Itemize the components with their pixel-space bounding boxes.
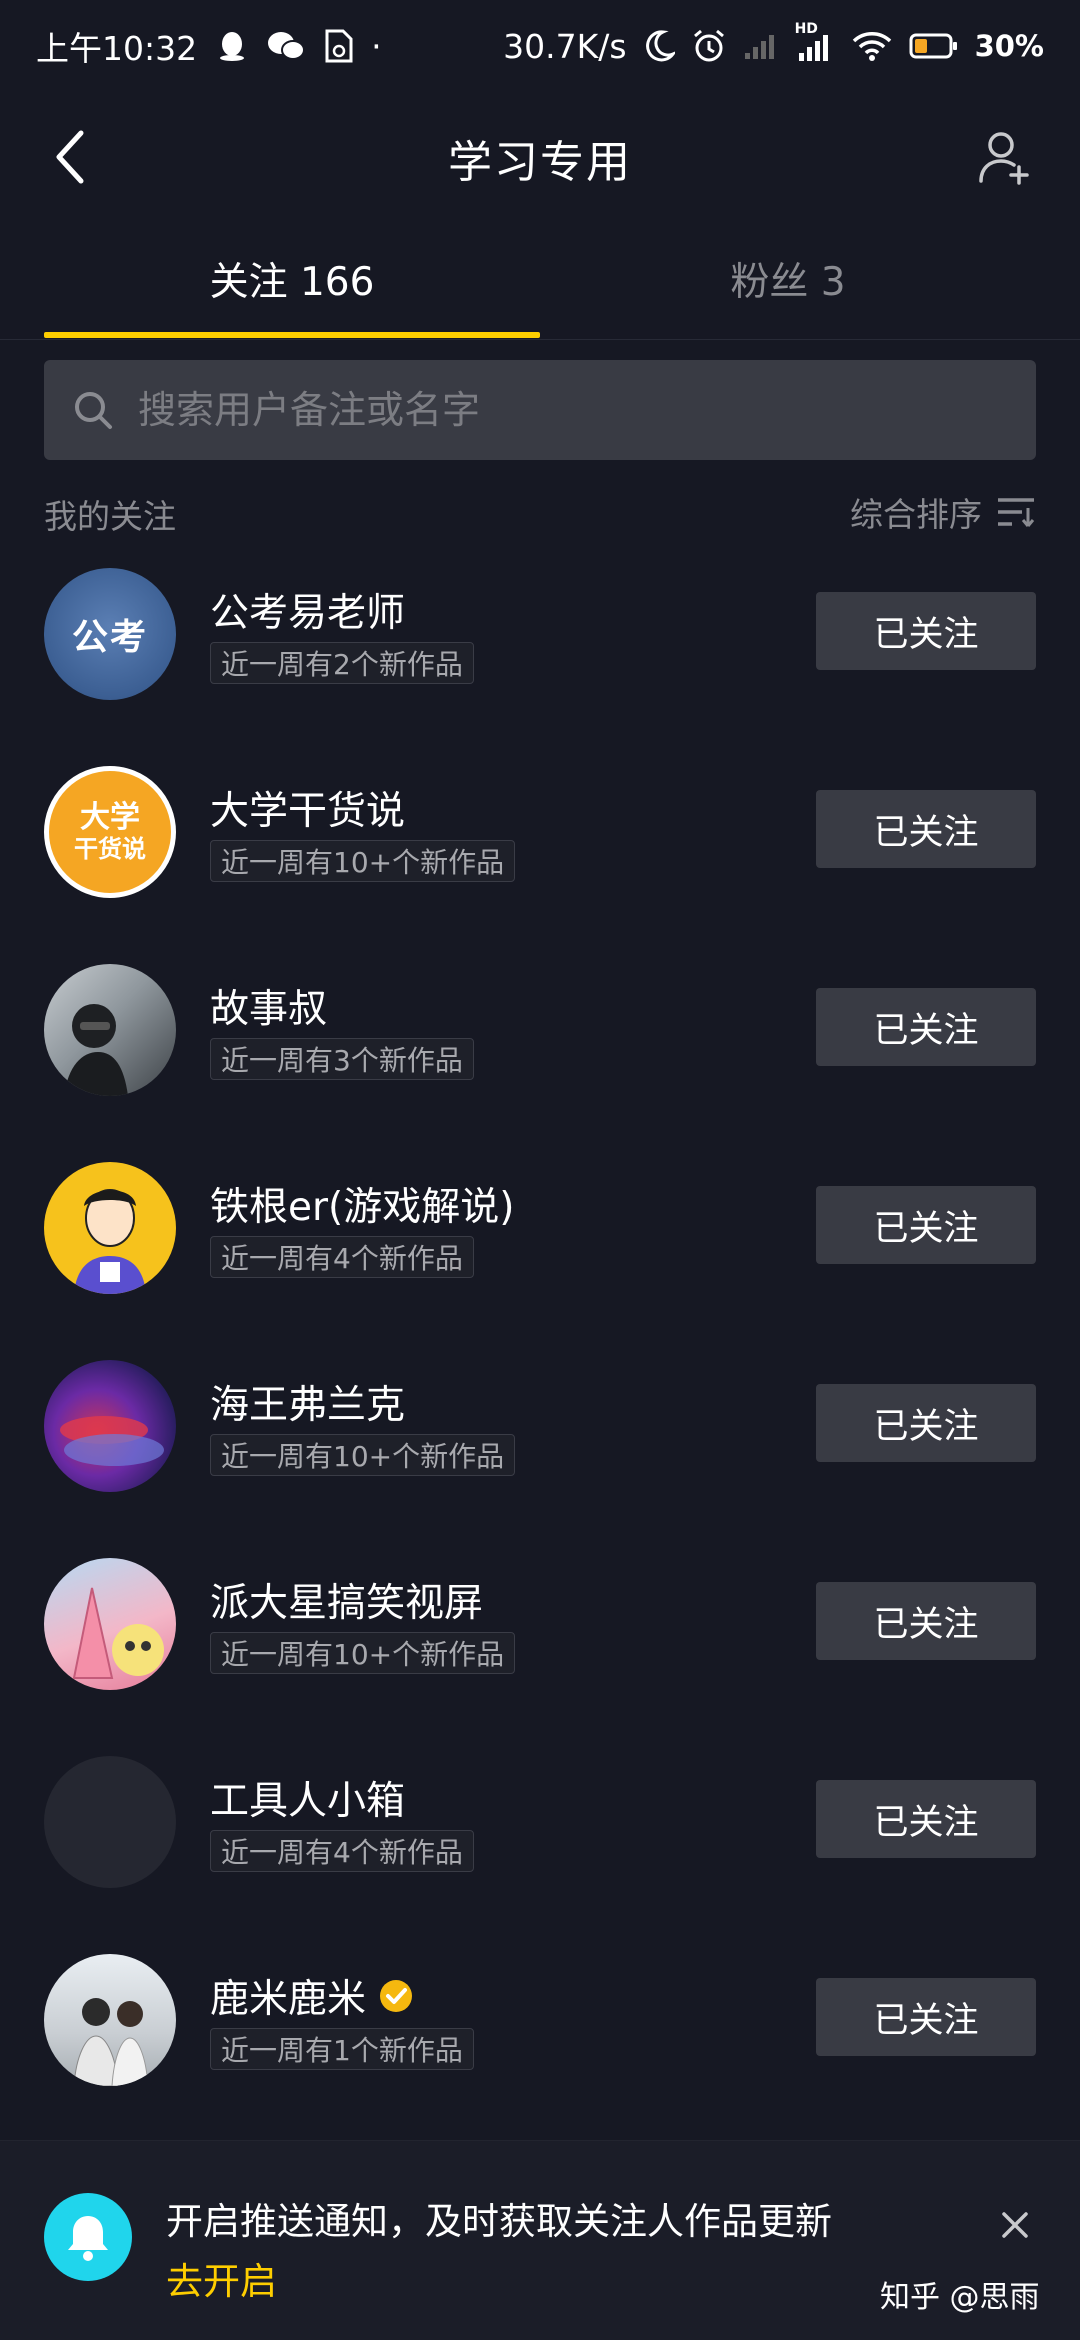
sim-icon [323, 29, 353, 63]
list-item[interactable]: 铁根er(游戏解说) 近一周有4个新作品 已关注 [0, 1154, 1080, 1352]
bell-icon [44, 2193, 132, 2281]
list-item[interactable]: 工具人小箱 近一周有4个新作品 已关注 [0, 1748, 1080, 1946]
avatar-text: 大学 [80, 800, 140, 835]
tab-bar: 关注 166 粉丝 3 [0, 220, 1080, 340]
list-item[interactable]: 大学 干货说 大学干货说 近一周有10+个新作品 已关注 [0, 758, 1080, 956]
search-input[interactable] [138, 388, 1036, 432]
section-title: 我的关注 [44, 497, 176, 536]
user-name: 海王弗兰克 [210, 1383, 406, 1428]
search-icon [68, 385, 118, 435]
user-name: 公考易老师 [210, 591, 406, 636]
qq-icon [215, 29, 249, 63]
avatar[interactable]: 公考 [44, 568, 176, 700]
signal-icon [743, 31, 779, 61]
tab-fans[interactable]: 粉丝 3 [540, 220, 1036, 338]
avatar-text-2: 干货说 [74, 835, 146, 863]
tab-following[interactable]: 关注 166 [44, 220, 540, 338]
user-name: 故事叔 [210, 987, 328, 1032]
close-notification-button[interactable] [990, 2200, 1040, 2250]
list-item[interactable]: 派大星搞笑视屏 近一周有10+个新作品 已关注 [0, 1550, 1080, 1748]
wechat-icon [267, 30, 306, 62]
status-dot: · [371, 26, 382, 66]
followed-button[interactable]: 已关注 [816, 592, 1036, 670]
network-speed: 30.7K/s [503, 26, 627, 66]
alarm-icon [691, 28, 727, 64]
nav-header: 学习专用 [0, 92, 1080, 220]
enable-push-link[interactable]: 去开启 [166, 2251, 277, 2305]
list-item[interactable]: 公考 公考易老师 近一周有2个新作品 已关注 [0, 560, 1080, 758]
user-name-text: 鹿米鹿米 [210, 1977, 367, 2022]
list-item[interactable]: 海王弗兰克 近一周有10+个新作品 已关注 [0, 1352, 1080, 1550]
user-name: 工具人小箱 [210, 1779, 406, 1824]
new-works-badge: 近一周有10+个新作品 [210, 840, 516, 882]
avatar[interactable]: 大学 干货说 [44, 766, 176, 898]
add-user-icon [979, 132, 1029, 185]
battery-icon [909, 32, 959, 60]
followed-button[interactable]: 已关注 [816, 790, 1036, 868]
following-list: 公考 公考易老师 近一周有2个新作品 已关注 大学 干货说 大学干货说 近一周有… [0, 560, 1080, 2144]
list-item[interactable]: 鹿米鹿米 近一周有1个新作品 已关注 [0, 1946, 1080, 2144]
avatar[interactable] [44, 1162, 176, 1294]
active-tab-indicator [44, 332, 540, 338]
signal-hd-icon: HD [795, 21, 835, 63]
app-screen: 上午10:32 · 30.7K/s HD 30% 学习专用 关注 166 粉丝 … [0, 0, 1080, 2340]
sort-button[interactable]: 综合排序 [850, 488, 1036, 536]
user-name: 鹿米鹿米 [210, 1968, 414, 2024]
new-works-badge: 近一周有2个新作品 [210, 642, 474, 684]
avatar-text: 公考 [71, 617, 148, 658]
add-user-button[interactable] [970, 122, 1040, 192]
avatar[interactable] [44, 1756, 176, 1888]
followed-button[interactable]: 已关注 [816, 1780, 1036, 1858]
user-name: 铁根er(游戏解说) [210, 1185, 515, 1230]
avatar[interactable] [44, 1360, 176, 1492]
search-bar[interactable] [44, 360, 1036, 460]
status-bar: 上午10:32 · 30.7K/s HD 30% [0, 0, 1080, 92]
followed-button[interactable]: 已关注 [816, 1978, 1036, 2056]
followed-button[interactable]: 已关注 [816, 1186, 1036, 1264]
close-icon [1002, 2212, 1028, 2238]
followed-button[interactable]: 已关注 [816, 988, 1036, 1066]
new-works-badge: 近一周有4个新作品 [210, 1236, 474, 1278]
wifi-icon [851, 29, 893, 63]
user-name: 派大星搞笑视屏 [210, 1581, 484, 1626]
new-works-badge: 近一周有10+个新作品 [210, 1632, 516, 1674]
followed-button[interactable]: 已关注 [816, 1582, 1036, 1660]
sort-icon [998, 498, 1035, 527]
hd-label: HD [794, 21, 818, 37]
verified-icon [378, 1978, 414, 2014]
watermark: 知乎 @思雨 [880, 2280, 1040, 2315]
status-time: 上午10:32 [36, 29, 198, 68]
new-works-badge: 近一周有1个新作品 [210, 2028, 474, 2070]
avatar[interactable] [44, 964, 176, 1096]
new-works-badge: 近一周有4个新作品 [210, 1830, 474, 1872]
battery-percent: 30% [974, 29, 1044, 63]
sort-label: 综合排序 [850, 495, 982, 534]
new-works-badge: 近一周有10+个新作品 [210, 1434, 516, 1476]
notification-text: 开启推送通知，及时获取关注人作品更新 [166, 2200, 832, 2243]
moon-icon [643, 29, 675, 63]
avatar[interactable] [44, 1558, 176, 1690]
new-works-badge: 近一周有3个新作品 [210, 1038, 474, 1080]
user-name: 大学干货说 [210, 789, 406, 834]
page-title: 学习专用 [448, 137, 632, 188]
list-item[interactable]: 故事叔 近一周有3个新作品 已关注 [0, 956, 1080, 1154]
avatar[interactable] [44, 1954, 176, 2086]
followed-button[interactable]: 已关注 [816, 1384, 1036, 1462]
